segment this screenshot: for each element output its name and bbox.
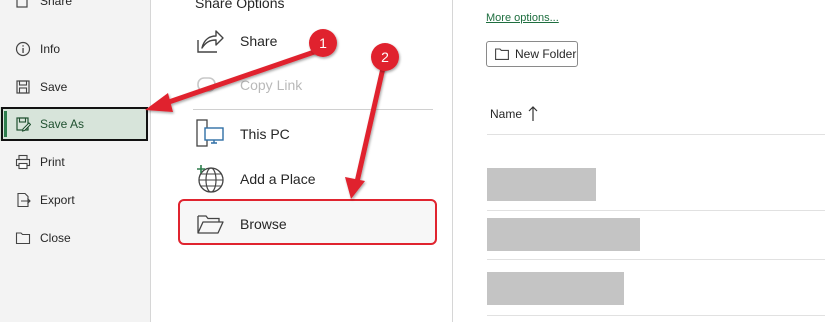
- new-folder-button[interactable]: New Folder: [486, 41, 578, 67]
- share-options-heading: Share Options: [195, 0, 285, 11]
- more-options-link[interactable]: More options...: [486, 12, 559, 24]
- this-pc-option[interactable]: This PC: [195, 119, 290, 149]
- backstage-nav: Share Info Save Save As Print Export Clo…: [0, 0, 151, 322]
- this-pc-label: This PC: [240, 126, 290, 142]
- divider: [193, 109, 433, 110]
- close-folder-icon: [15, 232, 31, 245]
- share-option-label: Share: [240, 33, 278, 49]
- folder-open-icon: [197, 215, 224, 234]
- save-icon: [16, 80, 30, 94]
- callout-number-2: 2: [381, 49, 389, 65]
- nav-item-label: Save As: [40, 117, 85, 131]
- share-option[interactable]: Share: [195, 26, 277, 56]
- print-icon: [15, 154, 31, 170]
- nav-item-save-as[interactable]: Save As: [0, 107, 148, 141]
- nav-item-label: Save: [40, 80, 68, 94]
- browse-label: Browse: [240, 216, 287, 232]
- new-folder-icon: [495, 48, 509, 60]
- nav-item-label: Export: [40, 193, 75, 207]
- nav-item-label: Print: [40, 155, 65, 169]
- share-icon: [16, 0, 28, 8]
- nav-item-export[interactable]: Export: [0, 183, 148, 217]
- callout-badge-1: 1: [309, 29, 337, 57]
- share-arrow-icon: [197, 30, 224, 53]
- computer-icon: [196, 119, 224, 147]
- nav-item-label: Close: [40, 231, 71, 245]
- nav-item-info[interactable]: Info: [0, 32, 148, 66]
- add-a-place-option[interactable]: Add a Place: [195, 164, 316, 194]
- row-divider: [487, 259, 825, 260]
- column-divider: [452, 0, 453, 322]
- globe-add-icon: [197, 165, 224, 193]
- copy-link-option: Copy Link: [195, 70, 302, 100]
- row-divider: [487, 134, 825, 135]
- export-icon: [17, 192, 31, 208]
- name-column-header[interactable]: Name: [490, 106, 538, 122]
- link-icon: [197, 77, 216, 92]
- browse-option[interactable]: Browse: [195, 209, 287, 239]
- file-row-placeholder[interactable]: [487, 168, 596, 201]
- nav-item-label: Share: [40, 0, 73, 8]
- file-row-placeholder[interactable]: [487, 218, 640, 251]
- row-divider: [487, 210, 825, 211]
- nav-item-print[interactable]: Print: [0, 145, 148, 179]
- callout-number-1: 1: [319, 35, 327, 51]
- nav-item-label: Info: [40, 42, 61, 56]
- new-folder-label: New Folder: [515, 47, 577, 61]
- nav-item-close[interactable]: Close: [0, 221, 148, 255]
- callout-badge-2: 2: [371, 43, 399, 71]
- row-divider: [487, 315, 825, 316]
- copy-link-label: Copy Link: [240, 77, 303, 93]
- add-a-place-label: Add a Place: [240, 171, 316, 187]
- sort-ascending-icon: [528, 106, 538, 121]
- file-row-placeholder[interactable]: [487, 272, 624, 305]
- selected-indicator: [4, 111, 7, 137]
- callout-arrow-2: [345, 65, 386, 199]
- info-icon: [15, 41, 31, 57]
- nav-item-share[interactable]: Share: [0, 0, 148, 18]
- save-as-icon: [16, 117, 31, 132]
- name-column-label: Name: [490, 107, 523, 121]
- nav-item-save[interactable]: Save: [0, 70, 148, 104]
